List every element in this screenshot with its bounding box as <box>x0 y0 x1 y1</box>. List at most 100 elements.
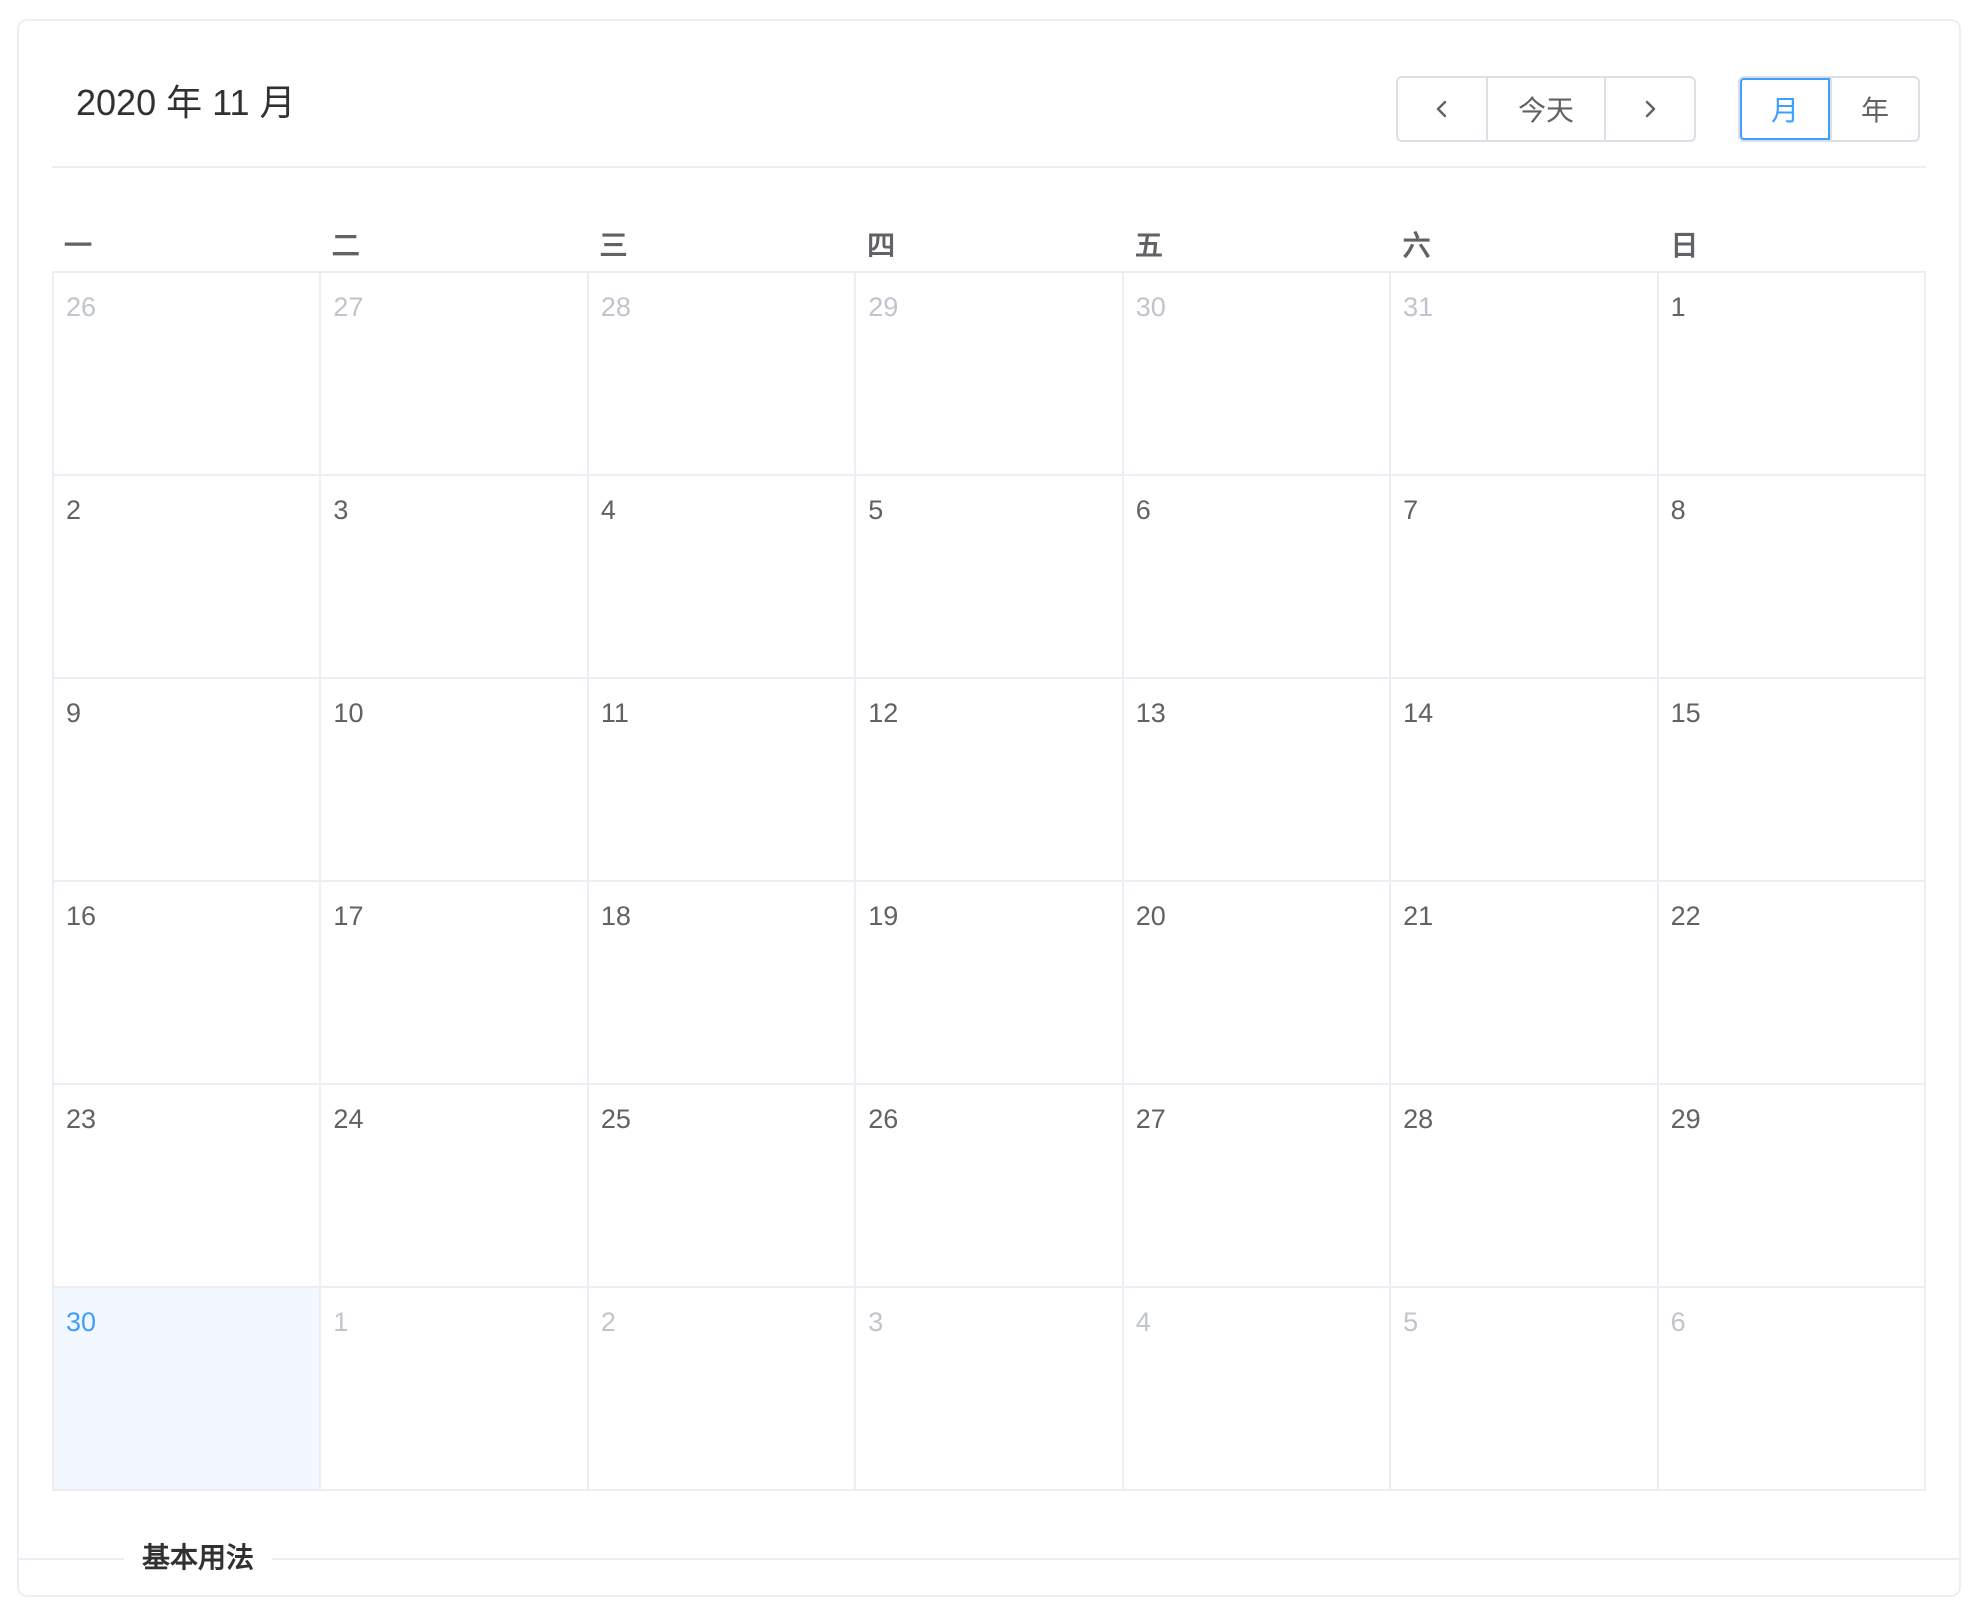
calendar-day-cell[interactable]: 13 <box>1123 679 1392 882</box>
day-number: 14 <box>1403 698 1434 728</box>
calendar-title: 2020 年 11 月 <box>76 82 296 123</box>
day-number: 25 <box>600 1104 631 1134</box>
calendar-day-cell[interactable]: 29 <box>856 273 1124 476</box>
day-number: 12 <box>868 698 899 728</box>
month-view-button[interactable]: 月 <box>1740 78 1830 140</box>
calendar-day-cell[interactable]: 10 <box>321 679 589 882</box>
calendar-header: 2020 年 11 月 今天 月 年 <box>52 21 1926 168</box>
day-number: 9 <box>66 698 82 728</box>
day-number: 10 <box>333 698 364 728</box>
day-number: 1 <box>1670 292 1686 322</box>
weekday-label: 一 <box>64 230 93 261</box>
day-number: 22 <box>1670 901 1701 931</box>
calendar-day-cell[interactable]: 8 <box>1658 476 1926 679</box>
calendar-card: 2020 年 11 月 今天 月 年 一 二 三 四 五 六 日 26 27 2… <box>17 19 1961 1597</box>
day-number: 29 <box>1670 1104 1701 1134</box>
section-label: 基本用法 <box>124 1538 273 1578</box>
weekday-label: 六 <box>1402 230 1431 261</box>
calendar-day-cell[interactable]: 25 <box>588 1085 857 1288</box>
calendar-day-cell[interactable]: 16 <box>54 882 322 1085</box>
calendar-day-cell[interactable]: 27 <box>1123 1085 1392 1288</box>
calendar-day-cell[interactable]: 23 <box>54 1085 322 1288</box>
day-number: 3 <box>868 1307 884 1337</box>
day-number: 20 <box>1135 901 1166 931</box>
prev-month-button[interactable] <box>1398 78 1486 140</box>
day-number: 1 <box>333 1307 349 1337</box>
calendar-day-cell[interactable]: 20 <box>1123 882 1392 1085</box>
day-number: 24 <box>333 1104 364 1134</box>
calendar-day-cell-selected[interactable]: 30 <box>54 1288 322 1491</box>
calendar-day-cell[interactable]: 4 <box>1123 1288 1392 1491</box>
calendar-day-cell[interactable]: 4 <box>588 476 857 679</box>
calendar-day-cell[interactable]: 5 <box>856 476 1124 679</box>
calendar-day-cell[interactable]: 1 <box>321 1288 589 1491</box>
day-number: 31 <box>1403 292 1434 322</box>
calendar-day-cell[interactable]: 30 <box>1123 273 1392 476</box>
calendar-day-cell[interactable]: 5 <box>1391 1288 1659 1491</box>
day-number: 26 <box>66 292 97 322</box>
weekday-label: 二 <box>331 230 360 261</box>
calendar-day-cell[interactable]: 14 <box>1391 679 1659 882</box>
day-number: 17 <box>333 901 364 931</box>
calendar-day-cell[interactable]: 6 <box>1658 1288 1926 1491</box>
calendar-day-cell[interactable]: 15 <box>1658 679 1926 882</box>
calendar-day-cell[interactable]: 28 <box>588 273 857 476</box>
calendar-day-cell[interactable]: 26 <box>856 1085 1124 1288</box>
calendar-nav-group: 今天 <box>1396 76 1696 142</box>
day-number: 16 <box>66 901 97 931</box>
weekday-label: 日 <box>1670 230 1699 261</box>
calendar-day-cell[interactable]: 12 <box>856 679 1124 882</box>
calendar-day-cell[interactable]: 19 <box>856 882 1124 1085</box>
calendar-day-cell[interactable]: 2 <box>54 476 322 679</box>
day-number: 28 <box>1403 1104 1434 1134</box>
calendar-day-cell[interactable]: 21 <box>1391 882 1659 1085</box>
day-number: 19 <box>868 901 899 931</box>
calendar-day-grid: 26 27 28 29 30 31 1 2 3 4 5 6 7 8 9 10 11 12 13 14 15 16 17 18 1… <box>52 271 1926 1491</box>
day-number: 6 <box>1135 495 1151 525</box>
calendar-day-cell[interactable]: 22 <box>1658 882 1926 1085</box>
day-number: 6 <box>1670 1307 1686 1337</box>
day-number: 18 <box>600 901 631 931</box>
year-view-button[interactable]: 年 <box>1830 78 1918 140</box>
calendar-day-cell[interactable]: 26 <box>54 273 322 476</box>
weekday-label: 五 <box>1134 230 1163 261</box>
calendar-day-cell[interactable]: 2 <box>588 1288 857 1491</box>
day-number: 7 <box>1403 495 1419 525</box>
calendar-day-cell[interactable]: 3 <box>321 476 589 679</box>
calendar-day-cell[interactable]: 6 <box>1123 476 1392 679</box>
day-number: 15 <box>1670 698 1701 728</box>
calendar-day-cell[interactable]: 28 <box>1391 1085 1659 1288</box>
footer-divider <box>19 1558 1959 1560</box>
calendar-day-cell[interactable]: 1 <box>1658 273 1926 476</box>
day-number: 4 <box>600 495 616 525</box>
weekday-header-row: 一 二 三 四 五 六 日 <box>52 221 1926 271</box>
calendar-view-group: 月 年 <box>1738 76 1920 142</box>
day-number: 5 <box>868 495 884 525</box>
day-number: 21 <box>1403 901 1434 931</box>
day-number: 23 <box>66 1104 97 1134</box>
calendar-day-cell[interactable]: 17 <box>321 882 589 1085</box>
calendar-day-cell[interactable]: 27 <box>321 273 589 476</box>
day-number: 3 <box>333 495 349 525</box>
today-button[interactable]: 今天 <box>1486 78 1604 140</box>
day-number: 2 <box>600 1307 616 1337</box>
next-month-button[interactable] <box>1604 78 1694 140</box>
weekday-label: 四 <box>867 230 896 261</box>
calendar-day-cell[interactable]: 3 <box>856 1288 1124 1491</box>
calendar-day-cell[interactable]: 29 <box>1658 1085 1926 1288</box>
day-number: 5 <box>1403 1307 1419 1337</box>
calendar-day-cell[interactable]: 11 <box>588 679 857 882</box>
day-number: 30 <box>1135 292 1166 322</box>
day-number: 8 <box>1670 495 1686 525</box>
chevron-right-icon <box>1645 100 1656 118</box>
day-number: 2 <box>66 495 82 525</box>
day-number: 27 <box>333 292 364 322</box>
weekday-label: 三 <box>599 230 628 261</box>
calendar-day-cell[interactable]: 7 <box>1391 476 1659 679</box>
calendar-day-cell[interactable]: 24 <box>321 1085 589 1288</box>
calendar-day-cell[interactable]: 9 <box>54 679 322 882</box>
chevron-left-icon <box>1436 100 1447 118</box>
day-number: 28 <box>600 292 631 322</box>
calendar-day-cell[interactable]: 18 <box>588 882 857 1085</box>
calendar-day-cell[interactable]: 31 <box>1391 273 1659 476</box>
